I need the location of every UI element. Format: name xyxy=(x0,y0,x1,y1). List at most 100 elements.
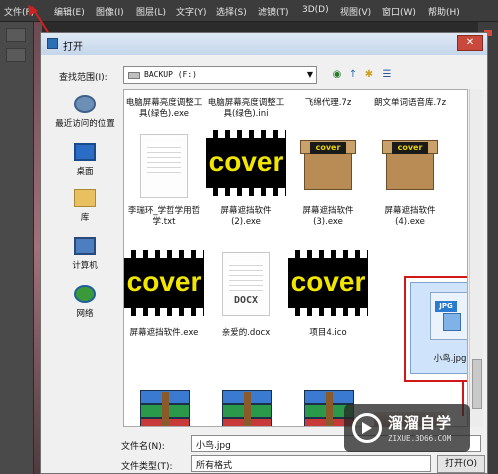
file-type-label: 文件类型(T): xyxy=(121,462,173,472)
file-name: 朗文单词语音库.7z xyxy=(373,98,447,108)
file-name: 屏幕遮挡软件(2).exe xyxy=(220,206,272,227)
menu-layer[interactable]: 图层(L) xyxy=(136,5,166,18)
file-item[interactable]: 李瑞环_学哲学用哲学.txt xyxy=(124,130,204,236)
watermark-title: 溜溜自学 xyxy=(388,414,453,432)
cover-stripe xyxy=(288,250,368,258)
cover-stripe xyxy=(124,250,204,258)
file-item[interactable]: 飞绵代理.7z xyxy=(288,90,368,124)
file-name-label: 文件名(N): xyxy=(121,442,165,452)
network-icon xyxy=(74,285,96,303)
file-item[interactable]: cover 屏幕遮挡软件(3).exe xyxy=(288,130,368,236)
scrollbar-thumb[interactable] xyxy=(472,359,482,409)
file-item[interactable]: cover 屏幕遮挡软件.exe xyxy=(124,250,204,350)
file-item[interactable]: 电脑屏幕亮度调整工具(绿色).ini xyxy=(206,90,286,124)
file-name: 飞绵代理.7z xyxy=(304,98,352,108)
image-icon xyxy=(443,313,461,331)
tool-button[interactable] xyxy=(6,48,26,62)
place-label: 桌面 xyxy=(76,167,94,177)
dialog-title-bar[interactable]: 打开 ✕ xyxy=(41,33,487,55)
close-button[interactable]: ✕ xyxy=(457,35,483,51)
library-icon xyxy=(74,189,96,207)
docx-file-icon: DOCX xyxy=(222,252,270,316)
text-lines xyxy=(147,143,181,173)
watermark: 溜溜自学 ZIXUE.3D66.COM xyxy=(344,404,470,452)
box-label: cover xyxy=(392,142,428,154)
file-name: 屏幕遮挡软件(4).exe xyxy=(384,206,436,227)
file-item[interactable]: 朗文单词语音库.7z xyxy=(370,90,450,124)
cover-stripe xyxy=(206,130,286,138)
file-item-selected[interactable]: JPG 小鸟.jpg xyxy=(410,282,467,376)
menu-edit[interactable]: 编辑(E) xyxy=(54,5,85,18)
file-list[interactable]: 电脑屏幕亮度调整工具(绿色).exe 电脑屏幕亮度调整工具(绿色).ini 飞绵… xyxy=(123,89,468,427)
file-name: 屏幕遮挡软件(3).exe xyxy=(302,206,354,227)
menu-filter[interactable]: 滤镜(T) xyxy=(258,5,289,18)
place-library[interactable]: 库 xyxy=(49,189,121,229)
place-label: 库 xyxy=(80,213,90,223)
recent-places-icon xyxy=(74,95,96,113)
box-label: cover xyxy=(310,142,346,154)
place-network[interactable]: 网络 xyxy=(49,285,121,325)
menu-3d[interactable]: 3D(D) xyxy=(302,5,329,15)
cover-thumbnail: cover xyxy=(288,250,368,316)
box-body xyxy=(386,150,434,190)
open-button[interactable]: 打开(O) xyxy=(437,455,485,473)
look-in-value: BACKUP (F:) xyxy=(144,70,197,79)
cover-stripe xyxy=(288,308,368,316)
file-item[interactable]: cover 屏幕遮挡软件(4).exe xyxy=(370,130,450,236)
box-body xyxy=(304,150,352,190)
look-in-select[interactable]: BACKUP (F:) ▼ xyxy=(123,66,317,84)
tools-panel xyxy=(0,22,34,474)
cover-stripe xyxy=(124,308,204,316)
drive-icon xyxy=(128,72,140,79)
file-type-select[interactable]: 所有格式 xyxy=(191,455,431,472)
cover-text: cover xyxy=(208,146,284,177)
menu-bar: 文件(F) 编辑(E) 图像(I) 图层(L) 文字(Y) 选择(S) 滤镜(T… xyxy=(0,0,498,22)
docx-label: DOCX xyxy=(233,295,259,306)
file-name: 屏幕遮挡软件.exe xyxy=(129,328,199,338)
archive-belt xyxy=(326,392,333,426)
desktop-icon xyxy=(74,143,96,161)
cover-thumbnail: cover xyxy=(206,130,286,196)
cover-text: cover xyxy=(126,266,202,297)
text-lines xyxy=(229,261,263,291)
package-box-icon: cover xyxy=(382,134,438,190)
look-in-label: 查找范围(I): xyxy=(59,73,108,83)
file-name: 李瑞环_学哲学用哲学.txt xyxy=(127,206,201,227)
dialog-title: 打开 xyxy=(63,42,83,53)
tool-button[interactable] xyxy=(6,28,26,42)
archive-belt xyxy=(162,392,169,426)
file-item[interactable]: cover 屏幕遮挡软件(2).exe xyxy=(206,130,286,236)
menu-type[interactable]: 文字(Y) xyxy=(176,5,207,18)
archive-belt xyxy=(244,392,251,426)
menu-image[interactable]: 图像(I) xyxy=(96,5,124,18)
watermark-url: ZIXUE.3D66.COM xyxy=(388,434,452,443)
place-recent[interactable]: 最近访问的位置 xyxy=(49,95,121,135)
menu-help[interactable]: 帮助(H) xyxy=(428,5,460,18)
file-item[interactable]: cover 项目4.ico xyxy=(288,250,368,350)
file-item[interactable] xyxy=(206,390,286,426)
file-item[interactable]: 电脑屏幕亮度调整工具(绿色).exe xyxy=(124,90,204,124)
place-label: 最近访问的位置 xyxy=(55,119,115,129)
text-file-icon xyxy=(140,134,188,198)
archive-icon xyxy=(136,390,194,426)
file-list-scrollbar[interactable] xyxy=(469,89,483,427)
place-computer[interactable]: 计算机 xyxy=(49,237,121,277)
places-bar: 最近访问的位置 桌面 库 计算机 网络 xyxy=(49,89,121,429)
jpg-file-icon: JPG xyxy=(430,292,467,340)
view-menu-icon[interactable]: ☰ xyxy=(381,69,393,81)
file-item[interactable] xyxy=(124,390,204,426)
up-folder-icon[interactable]: ↑ xyxy=(347,69,359,81)
cover-text: cover xyxy=(290,266,366,297)
menu-select[interactable]: 选择(S) xyxy=(216,5,247,18)
play-logo-icon xyxy=(352,413,382,443)
place-label: 计算机 xyxy=(72,261,98,271)
new-folder-icon[interactable]: ✱ xyxy=(363,69,375,81)
menu-view[interactable]: 视图(V) xyxy=(340,5,371,18)
place-label: 网络 xyxy=(76,309,94,319)
jpg-tag: JPG xyxy=(435,301,457,312)
place-desktop[interactable]: 桌面 xyxy=(49,143,121,183)
menu-window[interactable]: 窗口(W) xyxy=(382,5,416,18)
back-icon[interactable]: ◉ xyxy=(331,69,343,81)
file-item[interactable]: DOCX 亲爱的.docx xyxy=(206,250,286,350)
chevron-down-icon: ▼ xyxy=(306,70,313,79)
